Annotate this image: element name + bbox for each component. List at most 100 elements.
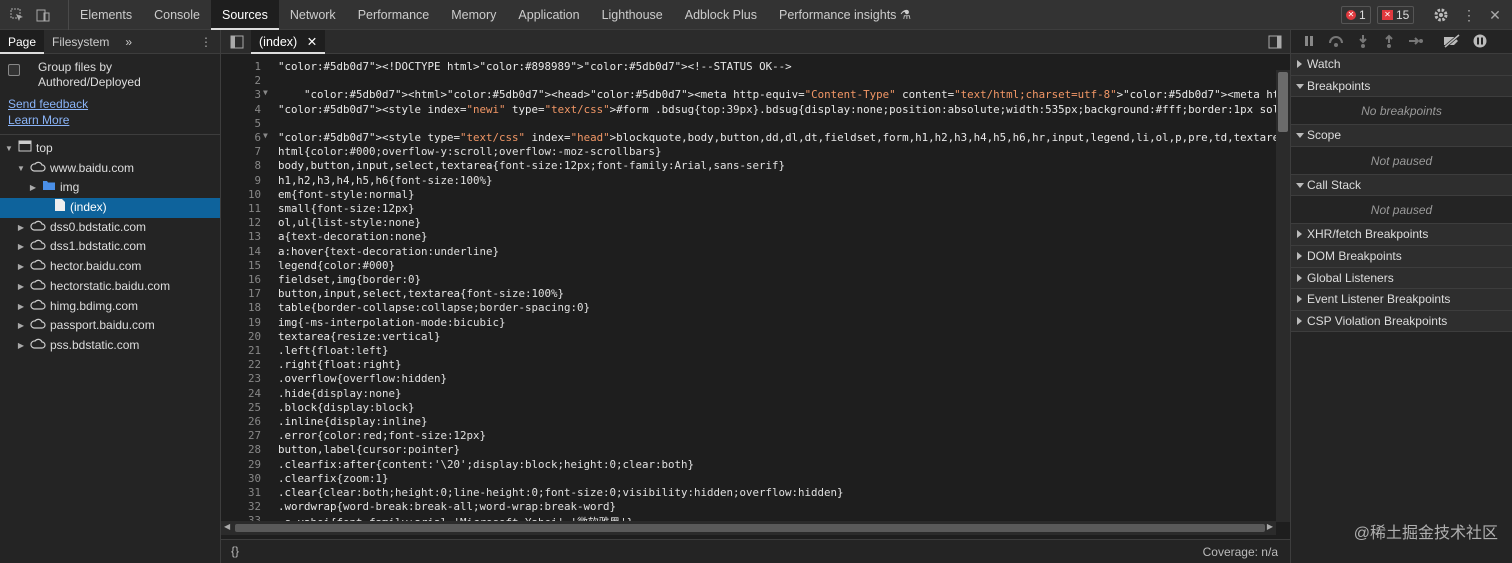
vertical-scrollbar[interactable]	[1276, 70, 1290, 522]
send-feedback-link[interactable]: Send feedback	[0, 96, 220, 112]
step-out-icon[interactable]	[1383, 34, 1395, 51]
error-count-badge[interactable]: ✕ 1	[1341, 6, 1371, 24]
tree-item[interactable]: ▶ himg.bdimg.com	[0, 297, 220, 317]
step-into-icon[interactable]	[1357, 34, 1369, 51]
horizontal-scrollbar[interactable]: ◀ ▶	[221, 521, 1276, 535]
tab-console[interactable]: Console	[143, 0, 211, 30]
line-number[interactable]: 17	[221, 287, 261, 300]
line-number[interactable]: 20	[221, 330, 261, 343]
tab-application[interactable]: Application	[507, 0, 590, 30]
close-devtools-icon[interactable]: ✕	[1486, 6, 1504, 24]
section-xhr-fetch-breakpoints[interactable]: XHR/fetch Breakpoints	[1291, 224, 1512, 246]
line-number[interactable]: 8	[221, 159, 261, 172]
inspect-element-icon[interactable]	[8, 6, 26, 24]
tree-item[interactable]: ▼ top	[0, 139, 220, 159]
code-editor[interactable]: 1 "color:#5db0d7"><!DOCTYPE html>"color:#…	[221, 56, 1290, 550]
navigator-menu-icon[interactable]: ⋮	[200, 35, 212, 49]
collapsed-arrow-icon[interactable]: ▶	[16, 277, 26, 297]
section-breakpoints[interactable]: Breakpoints	[1291, 75, 1512, 98]
more-options-icon[interactable]: ⋮	[1460, 6, 1478, 24]
more-tabs-icon[interactable]: »	[117, 30, 140, 54]
collapsed-arrow-icon[interactable]: ▶	[16, 218, 26, 238]
line-number[interactable]: 7	[221, 145, 261, 158]
fold-arrow-icon[interactable]: ▼	[263, 131, 271, 140]
tree-item[interactable]: ▶ passport.baidu.com	[0, 316, 220, 336]
tree-item[interactable]: ▶ img	[0, 178, 220, 198]
line-number[interactable]: 16	[221, 273, 261, 286]
tab-performance-insights[interactable]: Performance insights ⚗	[768, 0, 922, 30]
deactivate-breakpoints-icon[interactable]	[1443, 33, 1461, 51]
fold-arrow-icon[interactable]: ▼	[263, 88, 271, 97]
line-number[interactable]: 2	[221, 74, 261, 87]
collapsed-arrow-icon[interactable]: ▶	[16, 316, 26, 336]
tab-performance[interactable]: Performance	[347, 0, 441, 30]
line-number[interactable]: 23	[221, 372, 261, 385]
issues-count-badge[interactable]: ✕ 15	[1377, 6, 1415, 24]
collapsed-arrow-icon[interactable]: ▶	[16, 297, 26, 317]
section-event-listener-breakpoints[interactable]: Event Listener Breakpoints	[1291, 289, 1512, 311]
settings-gear-icon[interactable]	[1432, 6, 1450, 24]
group-files-checkbox[interactable]	[8, 64, 20, 76]
pretty-print-button[interactable]: {}	[231, 544, 239, 558]
line-number[interactable]: 26	[221, 415, 261, 428]
tree-item[interactable]: ▶ pss.bdstatic.com	[0, 336, 220, 356]
expanded-arrow-icon[interactable]: ▼	[4, 139, 14, 159]
line-number[interactable]: 32	[221, 500, 261, 513]
tab-page[interactable]: Page	[0, 29, 45, 54]
device-toolbar-icon[interactable]	[34, 6, 52, 24]
section-dom-breakpoints[interactable]: DOM Breakpoints	[1291, 245, 1512, 268]
expanded-arrow-icon[interactable]: ▼	[16, 159, 26, 179]
tab-filesystem[interactable]: Filesystem	[44, 30, 117, 54]
step-icon[interactable]	[1408, 35, 1424, 50]
line-number[interactable]: 1	[221, 60, 261, 73]
section-scope[interactable]: Scope	[1291, 125, 1512, 147]
tree-item[interactable]: ▶ dss1.bdstatic.com	[0, 237, 220, 257]
section-csp-violation-breakpoints[interactable]: CSP Violation Breakpoints	[1291, 310, 1512, 333]
tab-memory[interactable]: Memory	[440, 0, 507, 30]
tree-item[interactable]: ▶ hectorstatic.baidu.com	[0, 277, 220, 297]
tab-sources[interactable]: Sources	[210, 0, 279, 30]
tree-item[interactable]: ▶ hector.baidu.com	[0, 257, 220, 277]
toggle-navigator-icon[interactable]	[230, 35, 244, 52]
tab-adblock-plus[interactable]: Adblock Plus	[674, 0, 768, 30]
line-number[interactable]: 14	[221, 245, 261, 258]
pause-on-exceptions-icon[interactable]	[1473, 34, 1487, 51]
line-number[interactable]: 5	[221, 117, 261, 130]
tab-elements[interactable]: Elements	[69, 0, 143, 30]
learn-more-link[interactable]: Learn More	[0, 112, 220, 128]
line-number[interactable]: 15	[221, 259, 261, 272]
line-number[interactable]: 21	[221, 344, 261, 357]
step-over-icon[interactable]	[1328, 34, 1344, 51]
tab-lighthouse[interactable]: Lighthouse	[591, 0, 674, 30]
collapsed-arrow-icon[interactable]: ▶	[16, 336, 26, 356]
tab-network[interactable]: Network	[279, 0, 347, 30]
line-number[interactable]: 9	[221, 174, 261, 187]
collapsed-arrow-icon[interactable]: ▶	[16, 237, 26, 257]
collapsed-arrow-icon[interactable]: ▶	[28, 178, 38, 198]
close-tab-icon[interactable]: ✕	[307, 35, 317, 49]
line-number[interactable]: 19	[221, 316, 261, 329]
file-tab-index[interactable]: (index) ✕	[251, 29, 326, 54]
line-number[interactable]: 25	[221, 401, 261, 414]
line-number[interactable]: 13	[221, 230, 261, 243]
line-number[interactable]: 28	[221, 443, 261, 456]
line-number[interactable]: 24	[221, 387, 261, 400]
line-number[interactable]: 30	[221, 472, 261, 485]
line-number[interactable]: 6	[221, 131, 261, 144]
line-number[interactable]: 12	[221, 216, 261, 229]
line-number[interactable]: 10	[221, 188, 261, 201]
line-number[interactable]: 4	[221, 103, 261, 116]
toggle-debugger-icon[interactable]	[1268, 35, 1282, 52]
tree-item[interactable]: ▶ dss0.bdstatic.com	[0, 218, 220, 238]
collapsed-arrow-icon[interactable]: ▶	[16, 257, 26, 277]
line-number[interactable]: 31	[221, 486, 261, 499]
line-number[interactable]: 3	[221, 88, 261, 101]
line-number[interactable]: 11	[221, 202, 261, 215]
section-global-listeners[interactable]: Global Listeners	[1291, 267, 1512, 290]
line-number[interactable]: 27	[221, 429, 261, 442]
line-number[interactable]: 22	[221, 358, 261, 371]
line-number[interactable]: 29	[221, 458, 261, 471]
tree-item[interactable]: ▼ www.baidu.com	[0, 159, 220, 179]
section-call-stack[interactable]: Call Stack	[1291, 174, 1512, 197]
section-watch[interactable]: Watch	[1291, 54, 1512, 76]
